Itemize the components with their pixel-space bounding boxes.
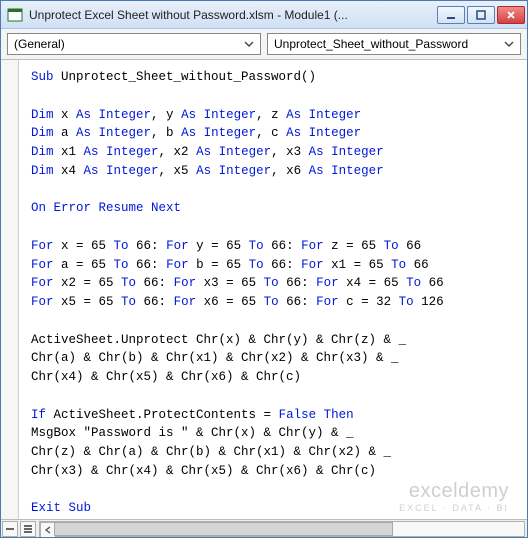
code-editor[interactable]: Sub Unprotect_Sheet_without_Password() D… <box>19 60 527 521</box>
view-mode-icons <box>1 521 37 537</box>
app-icon <box>7 7 23 23</box>
object-dropdown-label: (General) <box>14 37 65 51</box>
chevron-down-icon <box>502 37 516 51</box>
dropdown-row: (General) Unprotect_Sheet_without_Passwo… <box>1 29 527 60</box>
procedure-dropdown-label: Unprotect_Sheet_without_Password <box>274 37 468 51</box>
horizontal-scrollbar[interactable] <box>1 519 527 537</box>
minimize-button[interactable] <box>437 6 465 24</box>
procedure-dropdown[interactable]: Unprotect_Sheet_without_Password <box>267 33 521 55</box>
scroll-track[interactable] <box>39 521 525 537</box>
close-button[interactable] <box>497 6 525 24</box>
procedure-view-icon[interactable] <box>2 521 18 537</box>
code-area: Sub Unprotect_Sheet_without_Password() D… <box>1 60 527 537</box>
vbe-window: Unprotect Excel Sheet without Password.x… <box>0 0 528 538</box>
window-buttons <box>437 6 525 24</box>
chevron-down-icon <box>242 37 256 51</box>
full-module-view-icon[interactable] <box>20 521 36 537</box>
object-dropdown[interactable]: (General) <box>7 33 261 55</box>
maximize-button[interactable] <box>467 6 495 24</box>
window-title: Unprotect Excel Sheet without Password.x… <box>29 8 431 22</box>
code-gutter <box>1 60 19 521</box>
scroll-thumb[interactable] <box>54 522 393 536</box>
titlebar[interactable]: Unprotect Excel Sheet without Password.x… <box>1 1 527 29</box>
